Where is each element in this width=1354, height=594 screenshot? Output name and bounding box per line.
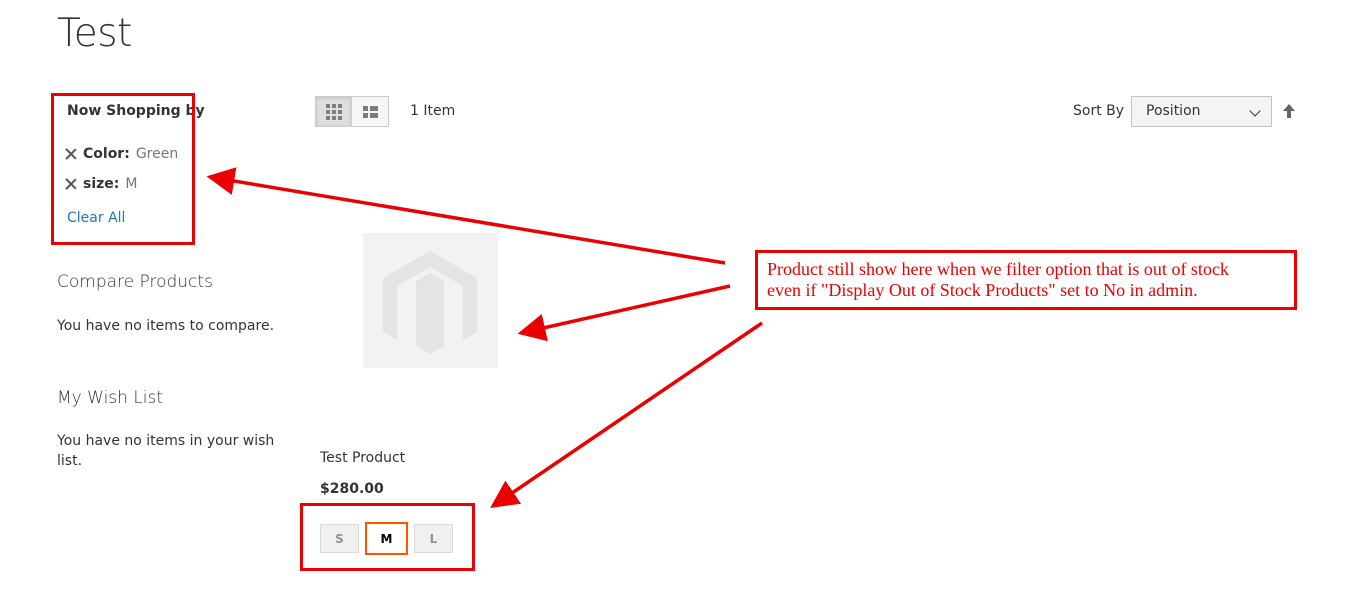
grid-mode-button[interactable] [315,96,352,127]
sort-by-label: Sort By [1073,103,1125,119]
wishlist-empty-text: You have no items in your wish list. [57,431,274,471]
arrow-to-swatch [490,321,763,508]
product-image-placeholder[interactable] [363,233,498,368]
compare-empty-text: You have no items to compare. [57,318,275,334]
arrow-to-image [517,284,731,342]
wishlist-empty-line: list. [57,453,83,469]
toolbar-amount: 1 Item [410,103,456,119]
annotation-line: even if "Display Out of Stock Products" … [767,280,1198,300]
annotation-filter-highlight [51,93,195,245]
annotation-note: Product still show here when we filter o… [755,250,1297,310]
magento-logo-icon [383,251,477,354]
view-mode-switcher [315,96,389,127]
page-title: Test [57,11,132,56]
sort-by-value: Position [1146,103,1201,119]
annotation-line: Product still show here when we filter o… [767,259,1229,279]
arrow-up-icon[interactable] [1282,103,1296,119]
list-mode-button[interactable] [352,96,389,127]
annotation-swatch-highlight [300,503,475,571]
product-name-link[interactable]: Test Product [320,450,405,466]
sort-by-select[interactable]: Position [1131,96,1272,127]
chevron-down-icon [1249,105,1261,117]
wishlist-title: My Wish List [57,388,164,408]
compare-title: Compare Products [57,272,213,292]
wishlist-empty-line: You have no items in your wish [57,433,275,449]
list-icon [362,105,378,118]
product-price: $280.00 [320,481,384,497]
grid-icon [325,103,342,120]
